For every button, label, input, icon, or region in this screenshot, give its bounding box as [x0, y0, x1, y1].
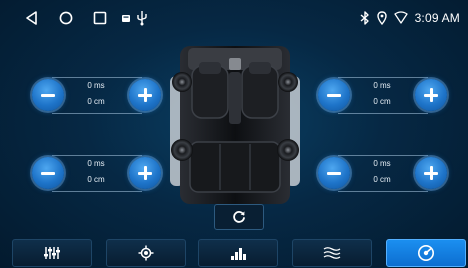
wave-icon [323, 247, 341, 259]
bluetooth-icon [360, 11, 369, 25]
car-top-view [170, 46, 300, 204]
front-right-speaker-icon [278, 72, 298, 92]
rear-left-plus-button[interactable] [129, 157, 161, 189]
front-left-plus-button[interactable] [129, 79, 161, 111]
rear-right-plus-button[interactable] [415, 157, 447, 189]
back-icon[interactable] [24, 10, 40, 26]
front-right-delay-control: 0 ms 0 cm [318, 75, 447, 115]
clock: 3:09 AM [414, 11, 460, 25]
rear-left-delay-control: 0 ms 0 cm [32, 153, 161, 193]
usb-icon [137, 11, 147, 26]
front-left-delay-control: 0 ms 0 cm [32, 75, 161, 115]
rear-right-minus-button[interactable] [318, 157, 350, 189]
rear-right-distance: 0 cm [373, 175, 391, 184]
front-right-distance: 0 cm [373, 97, 391, 106]
rear-left-speaker-icon [171, 139, 193, 161]
rear-right-delay-control: 0 ms 0 cm [318, 153, 447, 193]
reset-button[interactable] [214, 204, 264, 230]
front-right-plus-button[interactable] [415, 79, 447, 111]
balance-icon [138, 245, 154, 261]
speaker-delay-tab[interactable] [386, 239, 466, 267]
front-left-minus-button[interactable] [32, 79, 64, 111]
sound-field-tab[interactable] [292, 239, 372, 267]
rear-left-minus-button[interactable] [32, 157, 64, 189]
rear-left-distance: 0 cm [87, 175, 105, 184]
bottom-tab-bar [0, 236, 468, 268]
rear-right-delay: 0 ms [373, 159, 391, 168]
rear-right-speaker-icon [277, 139, 299, 161]
equalizer-icon [44, 247, 60, 259]
notification-icon [122, 15, 130, 22]
wifi-icon [393, 11, 408, 24]
equalizer-tab[interactable] [12, 239, 92, 267]
front-left-delay: 0 ms [87, 81, 105, 90]
front-right-minus-button[interactable] [318, 79, 350, 111]
front-right-delay: 0 ms [373, 81, 391, 90]
home-icon[interactable] [58, 10, 74, 26]
gauge-icon [418, 245, 434, 261]
recents-icon[interactable] [92, 10, 108, 26]
spectrum-icon [231, 248, 246, 260]
front-left-distance: 0 cm [87, 97, 105, 106]
front-left-speaker-icon [172, 72, 192, 92]
status-bar: 3:09 AM [0, 0, 468, 36]
reset-icon [233, 211, 245, 223]
balance-tab[interactable] [106, 239, 186, 267]
rear-left-delay: 0 ms [87, 159, 105, 168]
spectrum-tab[interactable] [198, 239, 278, 267]
location-icon [376, 11, 387, 25]
